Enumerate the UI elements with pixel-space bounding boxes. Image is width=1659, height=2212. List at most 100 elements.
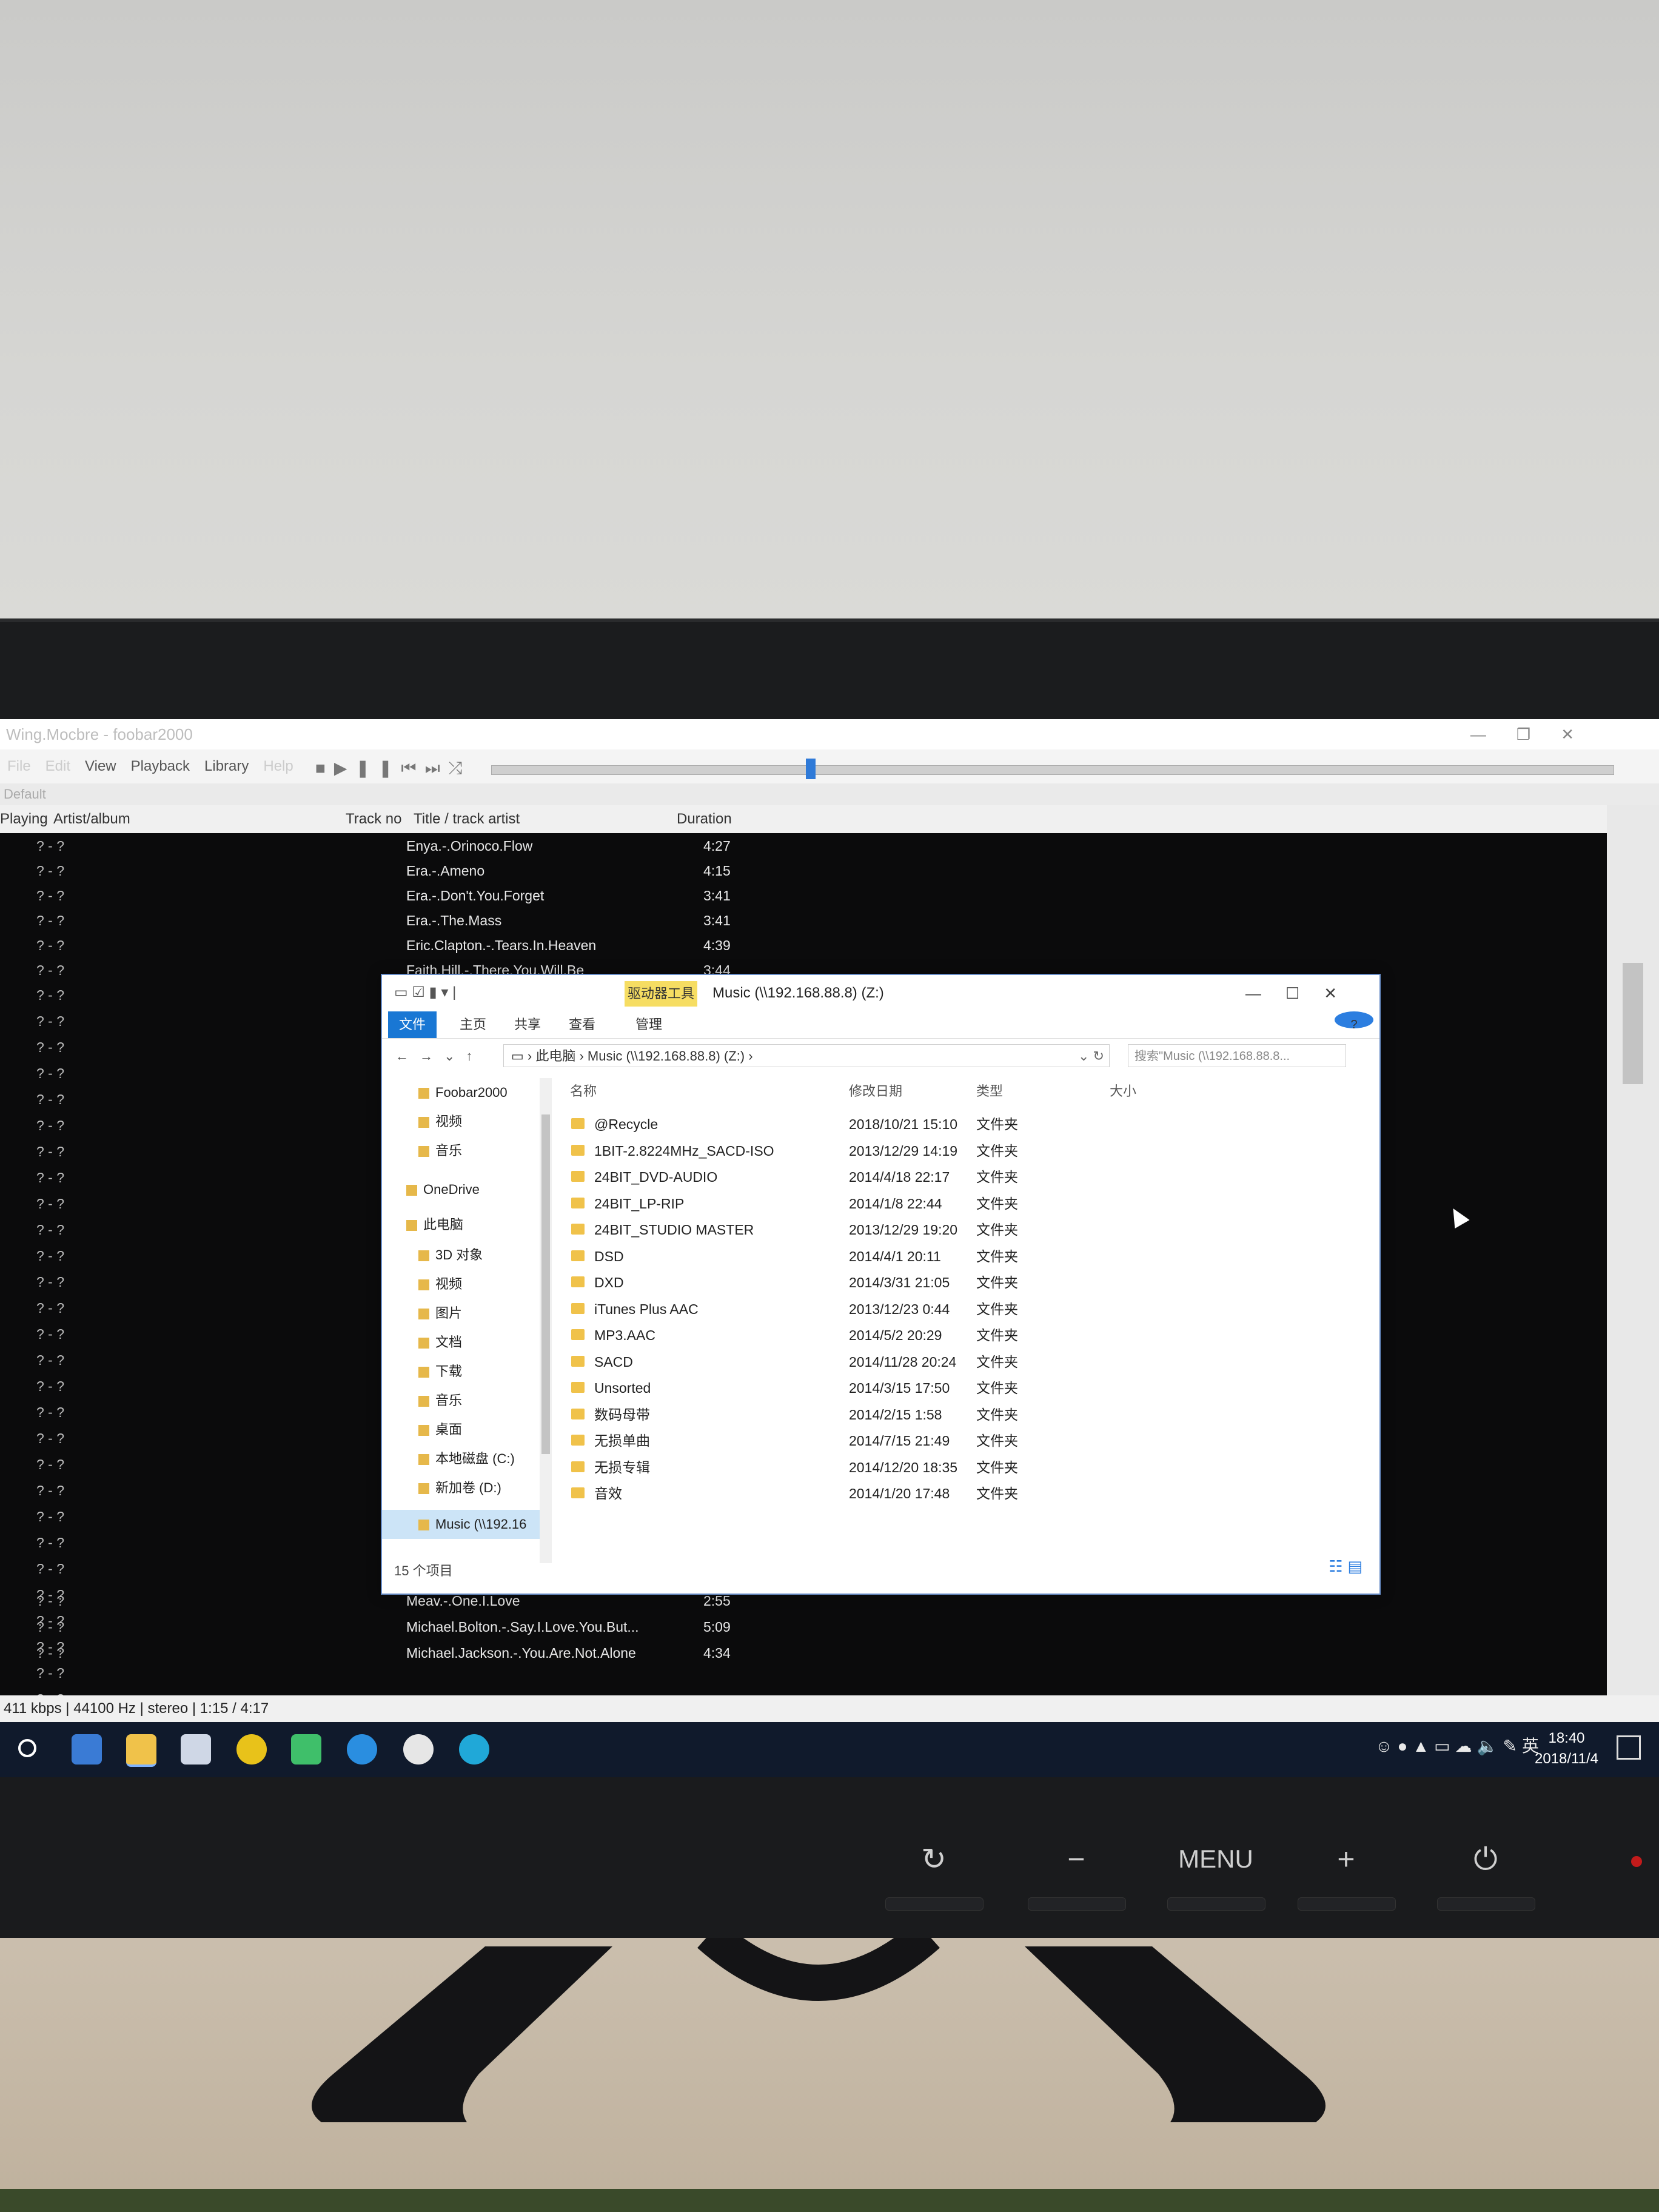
refresh-icon[interactable]: ⌄ ↻ bbox=[1078, 1045, 1104, 1068]
explorer-window-controls[interactable]: —☐✕ bbox=[1245, 975, 1361, 1011]
list-item[interactable]: Unsorted 2014/3/15 17:50 文件夹 bbox=[564, 1375, 1352, 1401]
browser-icon[interactable] bbox=[347, 1734, 377, 1765]
previous-icon[interactable]: ⏮ bbox=[401, 759, 424, 777]
list-item[interactable]: MP3.AAC 2014/5/2 20:29 文件夹 bbox=[564, 1322, 1352, 1349]
music-app-icon[interactable] bbox=[236, 1734, 267, 1765]
file-explorer-icon[interactable] bbox=[126, 1734, 156, 1767]
col-duration[interactable]: Duration bbox=[677, 805, 732, 833]
ribbon-view[interactable]: 查看 bbox=[558, 1011, 606, 1038]
table-row[interactable]: ? - ? Eric.Clapton.-.Tears.In.Heaven 4:39 bbox=[0, 933, 1607, 959]
network-icon[interactable]: ▭ bbox=[1434, 1737, 1455, 1755]
seek-thumb[interactable] bbox=[806, 759, 816, 779]
nav-scrollbar[interactable] bbox=[540, 1078, 552, 1563]
recent-icon[interactable]: ⌄ bbox=[444, 1048, 466, 1064]
help-icon[interactable]: ? bbox=[1335, 1011, 1373, 1031]
col-type[interactable]: 类型 bbox=[976, 1078, 1003, 1105]
menu-edit[interactable]: Edit bbox=[38, 749, 78, 783]
view-buttons[interactable]: ☷▤ bbox=[1329, 1557, 1367, 1576]
nav-item[interactable]: 新加卷 (D:) bbox=[418, 1473, 501, 1503]
stop-icon[interactable]: ■ bbox=[315, 759, 334, 777]
notification-icon[interactable] bbox=[1617, 1735, 1641, 1760]
ribbon-home[interactable]: 主页 bbox=[449, 1011, 497, 1038]
input-source-button[interactable]: ↻ bbox=[885, 1826, 984, 1911]
forward-icon[interactable]: → bbox=[420, 1048, 444, 1064]
tiles-view-icon[interactable]: ▤ bbox=[1347, 1557, 1367, 1575]
nav-item[interactable]: 视频 bbox=[418, 1270, 462, 1299]
search-input[interactable]: 搜索"Music (\\192.168.88.8... bbox=[1128, 1044, 1346, 1067]
cortana-icon[interactable] bbox=[18, 1739, 36, 1757]
window-controls[interactable]: —❐✕ bbox=[1470, 719, 1604, 749]
ribbon-manage[interactable]: 管理 bbox=[625, 1011, 673, 1038]
nav-buttons[interactable]: ←→⌄↑ bbox=[395, 1038, 483, 1074]
nav-item[interactable]: 桌面 bbox=[418, 1415, 462, 1444]
seek-bar[interactable] bbox=[491, 759, 1614, 779]
menu-view[interactable]: View bbox=[78, 749, 124, 783]
breadcrumb-pc[interactable]: 此电脑 bbox=[535, 1048, 575, 1064]
show-hidden-icon[interactable]: ▲ bbox=[1412, 1737, 1434, 1755]
foobar-icon[interactable] bbox=[403, 1734, 434, 1765]
col-playing[interactable]: Playing bbox=[0, 805, 48, 833]
nav-item[interactable]: 下载 bbox=[418, 1357, 462, 1386]
table-row[interactable]: ? - ? Era.-.The.Mass 3:41 bbox=[0, 908, 1607, 934]
table-row[interactable]: ? - ? Era.-.Ameno 4:15 bbox=[0, 858, 1607, 884]
menu-help[interactable]: Help bbox=[256, 749, 300, 783]
ribbon-share[interactable]: 共享 bbox=[503, 1011, 552, 1038]
list-item[interactable]: 24BIT_STUDIO MASTER 2013/12/29 19:20 文件夹 bbox=[564, 1217, 1352, 1243]
nav-item[interactable]: 图片 bbox=[418, 1299, 462, 1328]
menu-file[interactable]: File bbox=[0, 749, 38, 783]
list-item[interactable]: 无损单曲 2014/7/15 21:49 文件夹 bbox=[564, 1428, 1352, 1454]
list-item[interactable]: DXD 2014/3/31 21:05 文件夹 bbox=[564, 1270, 1352, 1296]
menu-library[interactable]: Library bbox=[197, 749, 256, 783]
list-item[interactable]: SACD 2014/11/28 20:24 文件夹 bbox=[564, 1349, 1352, 1375]
plus-button[interactable]: + bbox=[1298, 1826, 1396, 1911]
menu-playback[interactable]: Playback bbox=[124, 749, 197, 783]
next-icon[interactable]: ⏭ bbox=[425, 759, 449, 777]
random-icon[interactable]: ⤮ bbox=[449, 759, 471, 777]
list-item[interactable]: 无损专辑 2014/12/20 18:35 文件夹 bbox=[564, 1455, 1352, 1481]
scroll-thumb[interactable] bbox=[1623, 963, 1643, 1084]
col-name[interactable]: 名称 bbox=[570, 1078, 597, 1105]
quick-access-icons[interactable]: ▭ ☑ ▮ ▾ | bbox=[394, 984, 456, 1001]
clock[interactable]: 18:40 2018/11/4 bbox=[1535, 1728, 1598, 1769]
pause-icon[interactable]: ❚❚ bbox=[355, 759, 401, 777]
ribbon-file[interactable]: 文件 bbox=[388, 1011, 437, 1038]
list-item[interactable]: 数码母带 2014/2/15 1:58 文件夹 bbox=[564, 1402, 1352, 1428]
details-view-icon[interactable]: ☷ bbox=[1329, 1557, 1347, 1575]
playback-controls[interactable]: ■▶❚❚⏮⏭⤮ bbox=[315, 758, 471, 779]
volume-icon[interactable]: 🔈 bbox=[1477, 1737, 1503, 1755]
minus-button[interactable]: − bbox=[1028, 1826, 1126, 1911]
qq-tray-icon[interactable]: ● bbox=[1398, 1737, 1413, 1755]
onedrive-icon[interactable]: ☁ bbox=[1455, 1737, 1477, 1755]
playlist-tab[interactable]: Default bbox=[0, 783, 1659, 805]
nav-item[interactable]: Foobar2000 bbox=[418, 1078, 508, 1107]
nav-item[interactable]: Music (\\192.16 bbox=[418, 1510, 526, 1539]
menu-button[interactable]: MENU bbox=[1167, 1826, 1265, 1911]
task-view-icon[interactable] bbox=[72, 1734, 102, 1765]
play-icon[interactable]: ▶ bbox=[334, 759, 356, 777]
list-item[interactable]: 1BIT-2.8224MHz_SACD-ISO 2013/12/29 14:19 文… bbox=[564, 1138, 1352, 1164]
nav-item[interactable]: 3D 对象 bbox=[418, 1241, 483, 1270]
col-artist-album[interactable]: Artist/album bbox=[53, 805, 130, 833]
power-button[interactable]: ⏻ bbox=[1437, 1826, 1535, 1911]
col-size[interactable]: 大小 bbox=[1110, 1078, 1136, 1105]
list-item[interactable]: DSD 2014/4/1 20:11 文件夹 bbox=[564, 1244, 1352, 1270]
people-icon[interactable]: ☺ bbox=[1375, 1737, 1398, 1755]
table-row[interactable]: ? - ? Michael.Jackson.-.You.Are.Not.Alone… bbox=[0, 1640, 1607, 1666]
col-title[interactable]: Title / track artist bbox=[414, 805, 520, 833]
nav-scroll-thumb[interactable] bbox=[541, 1114, 550, 1454]
col-date[interactable]: 修改日期 bbox=[849, 1078, 902, 1105]
list-item[interactable]: 24BIT_LP-RIP 2014/1/8 22:44 文件夹 bbox=[564, 1191, 1352, 1217]
store-icon[interactable] bbox=[181, 1734, 211, 1765]
nav-item[interactable]: 此电脑 bbox=[406, 1210, 463, 1239]
col-track-no[interactable]: Track no bbox=[346, 805, 401, 833]
nav-item[interactable]: 音乐 bbox=[418, 1136, 462, 1165]
nav-item[interactable]: 音乐 bbox=[418, 1386, 462, 1415]
media-player-icon[interactable] bbox=[291, 1734, 321, 1765]
nav-item[interactable]: 文档 bbox=[418, 1328, 462, 1357]
nav-item[interactable]: 视频 bbox=[418, 1107, 462, 1136]
list-item[interactable]: @Recycle 2018/10/21 15:10 文件夹 bbox=[564, 1111, 1352, 1138]
qq-icon[interactable] bbox=[459, 1734, 489, 1765]
breadcrumb-music[interactable]: Music (\\192.168.88.8) (Z:) bbox=[588, 1048, 745, 1064]
up-icon[interactable]: ↑ bbox=[466, 1048, 483, 1064]
table-row[interactable]: ? - ? Era.-.Don't.You.Forget 3:41 bbox=[0, 883, 1607, 909]
